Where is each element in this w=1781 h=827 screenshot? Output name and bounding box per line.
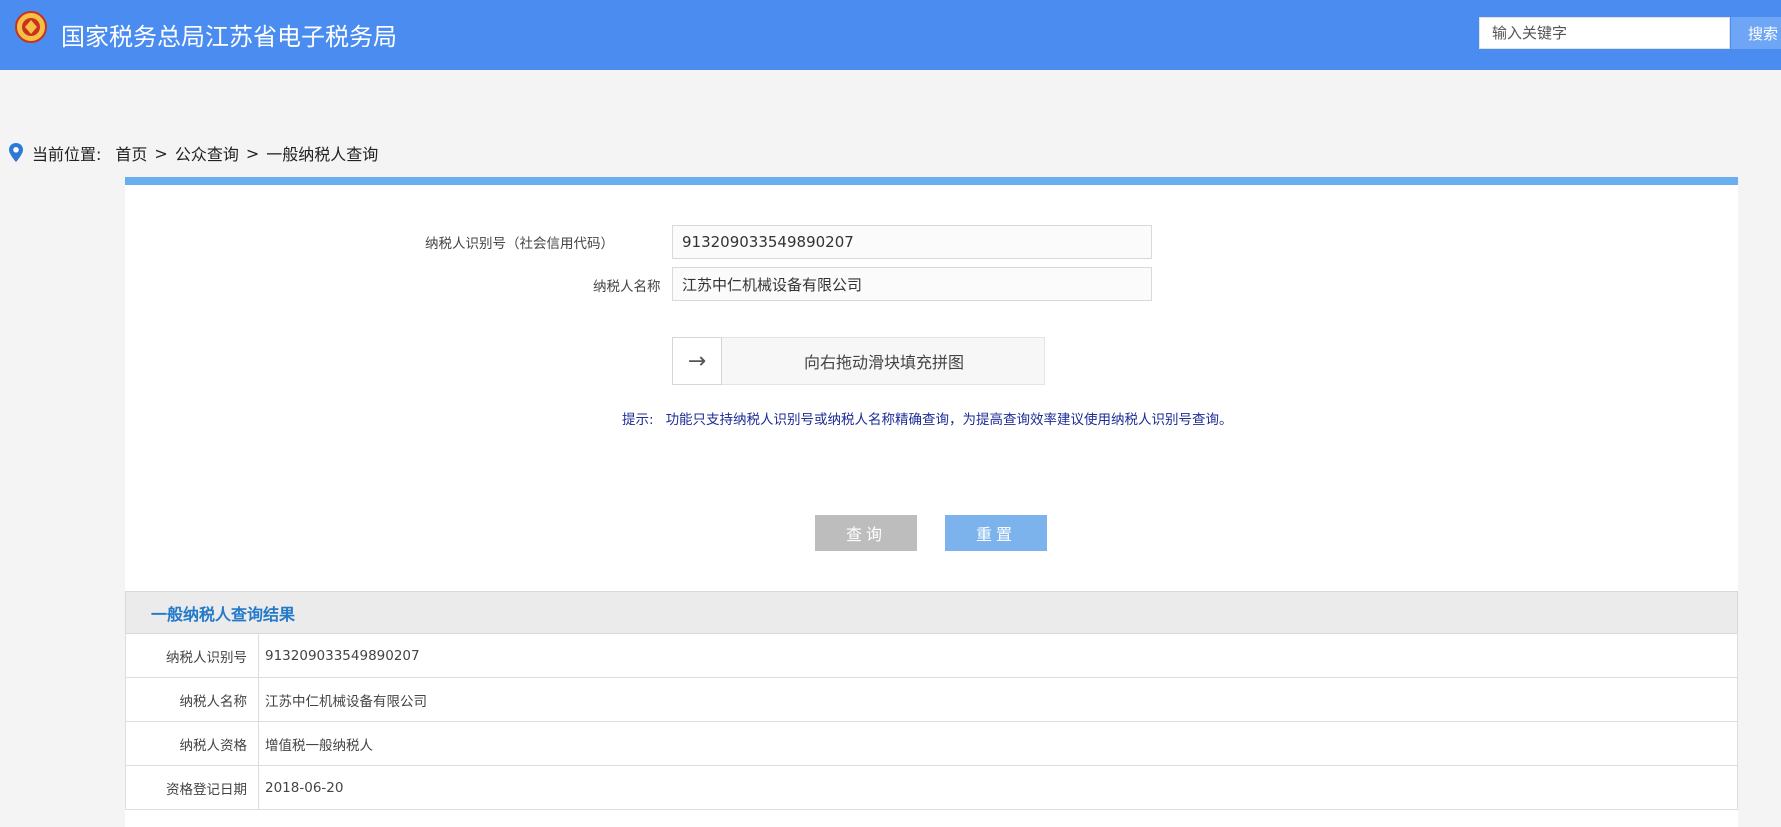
top-header: 国家税务总局江苏省电子税务局 搜索 <box>0 0 1781 70</box>
row-value: 增值税一般纳税人 <box>265 737 373 754</box>
breadcrumb-public-query-link[interactable]: 公众查询 <box>175 141 239 165</box>
row-value: 913209033549890207 <box>265 647 420 664</box>
breadcrumb-separator: > <box>245 143 260 163</box>
query-panel: 纳税人识别号（社会信用代码） 纳税人名称 → 向右拖动滑块填充拼图 提示: 功能只… <box>125 177 1738 827</box>
row-label: 资格登记日期 <box>126 766 259 809</box>
row-label: 纳税人资格 <box>126 722 259 765</box>
location-pin-icon <box>9 143 23 162</box>
breadcrumb-current-page: 一般纳税人查询 <box>266 145 379 164</box>
search-button[interactable]: 搜索 <box>1731 17 1781 49</box>
table-row: 纳税人识别号 913209033549890207 <box>125 634 1738 678</box>
taxpayer-name-input[interactable] <box>672 267 1152 301</box>
keyword-search-input[interactable] <box>1479 17 1730 49</box>
row-label: 纳税人识别号 <box>126 634 259 677</box>
tax-emblem-logo <box>15 11 47 52</box>
breadcrumb-home-link[interactable]: 首页 <box>115 141 147 165</box>
taxpayer-id-label: 纳税人识别号（社会信用代码） <box>425 236 614 252</box>
captcha-instruction: 向右拖动滑块填充拼图 <box>803 353 964 372</box>
results-title: 一般纳税人查询结果 <box>125 591 1738 634</box>
reset-button[interactable]: 重置 <box>945 515 1047 551</box>
query-hint: 提示: 功能只支持纳税人识别号或纳税人名称精确查询，为提高查询效率建议使用纳税人识… <box>622 408 1233 428</box>
query-button[interactable]: 查询 <box>815 515 917 551</box>
breadcrumb-label: 当前位置: <box>32 145 102 164</box>
slider-captcha[interactable]: → 向右拖动滑块填充拼图 <box>672 337 1045 385</box>
breadcrumb-separator: > <box>154 143 168 163</box>
row-value: 2018-06-20 <box>265 779 344 796</box>
hint-label: 提示: <box>622 412 654 428</box>
breadcrumb: 当前位置: 首页 > 公众查询 > 一般纳税人查询 <box>8 141 378 165</box>
hint-text: 功能只支持纳税人识别号或纳税人名称精确查询，为提高查询效率建议使用纳税人识别号查… <box>665 412 1233 428</box>
row-label: 纳税人名称 <box>126 678 259 721</box>
table-row: 资格登记日期 2018-06-20 <box>125 766 1738 810</box>
slider-arrow-icon[interactable]: → <box>672 337 722 385</box>
taxpayer-name-label: 纳税人名称 <box>593 279 661 295</box>
table-row: 纳税人资格 增值税一般纳税人 <box>125 722 1738 766</box>
row-value: 江苏中仁机械设备有限公司 <box>265 693 427 710</box>
taxpayer-id-input[interactable] <box>672 225 1152 259</box>
results-table: 一般纳税人查询结果 纳税人识别号 913209033549890207 纳税人名… <box>125 591 1738 810</box>
panel-accent-bar <box>125 177 1738 185</box>
site-title: 国家税务总局江苏省电子税务局 <box>61 23 397 51</box>
table-row: 纳税人名称 江苏中仁机械设备有限公司 <box>125 678 1738 722</box>
